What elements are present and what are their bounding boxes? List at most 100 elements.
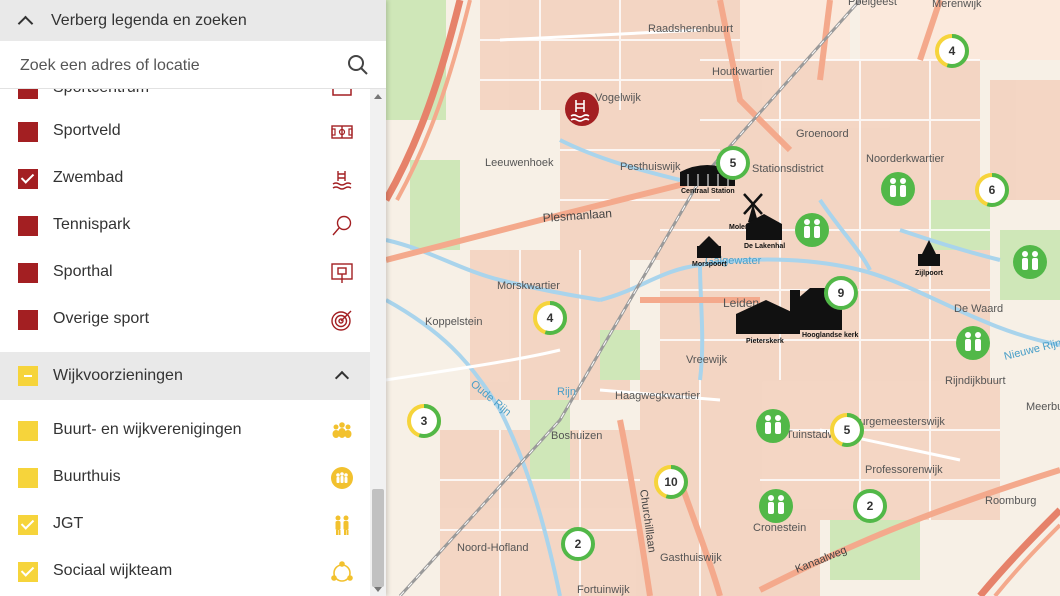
legend-item-label: Sportcentrum [53,89,149,97]
map-label: Noord-Hofland [457,542,529,554]
scroll-up-arrow-icon[interactable] [374,94,382,99]
toggle-legend-button[interactable]: Verberg legenda en zoeken [0,0,386,41]
swimming-pool-icon [332,171,352,190]
checkbox-checked[interactable] [18,562,38,582]
cluster-count: 10 [664,475,678,489]
family-icon [335,515,349,535]
jgt-marker[interactable] [881,172,915,206]
cluster-count: 4 [949,44,956,58]
cluster-count: 9 [838,286,845,300]
legend-item-label: Zwembad [53,169,124,186]
checkbox[interactable] [18,122,38,142]
map-label: Raadsherenbuurt [648,23,733,35]
water-label: Rijn [557,386,576,398]
legend-item-buurthuis[interactable]: Buurthuis [0,455,370,501]
legend-item-label: Sporthal [53,263,113,280]
jgt-marker[interactable] [1013,245,1047,279]
map-label: Vogelwijk [595,92,641,104]
category-wijkvoorzieningen[interactable]: Wijkvoorzieningen [0,352,370,400]
search-icon[interactable] [347,54,369,76]
tennis-racket-icon [332,215,352,236]
map-label: Boshuizen [551,430,602,442]
map-label: Leeuwenhoek [485,157,554,169]
checkbox-partial[interactable] [18,366,38,386]
community-house-icon [331,467,353,489]
legend-item-jgt[interactable]: JGT [0,502,370,548]
checkbox[interactable] [18,310,38,330]
map-label: Rijndijkbuurt [945,375,1006,387]
legend-item-label: Buurthuis [53,468,121,485]
jgt-marker[interactable] [759,489,793,523]
legend-item-tennispark[interactable]: Tennispark [0,203,370,249]
checkbox-checked[interactable] [18,169,38,189]
cluster-count: 6 [989,183,996,197]
map-label: Haagwegkwartier [615,390,700,402]
checkbox[interactable] [18,421,38,441]
map-label: Gasthuiswijk [660,552,722,564]
legend-item-buurtverenigingen[interactable]: Buurt- en wijkverenigingen [0,408,370,454]
map-label: Groenoord [796,128,849,140]
jgt-marker[interactable] [956,326,990,360]
scroll-down-arrow-icon[interactable] [374,587,382,592]
legend-item-label: Buurt- en wijkverenigingen [53,421,242,438]
checkbox-checked[interactable] [18,515,38,535]
team-circle-icon [331,561,353,582]
category-label: Wijkvoorzieningen [53,367,183,384]
legend-item-overige-sport[interactable]: Overige sport [0,297,370,343]
map-label: Meerburg [1026,401,1060,413]
cluster-marker[interactable]: 3 [407,404,441,438]
legend-list: Sportcentrum Sportveld Zwembad Tennispar… [0,89,370,596]
map-label: Roomburg [985,495,1036,507]
map-label: Poelgeest [848,0,897,8]
cluster-marker[interactable]: 5 [716,146,750,180]
jgt-marker[interactable] [795,213,829,247]
cluster-count: 5 [730,156,737,170]
group-icon [332,422,352,438]
search-input[interactable] [18,53,342,79]
cluster-marker[interactable]: 4 [533,301,567,335]
cluster-marker[interactable]: 10 [654,465,688,499]
search-bar [0,41,386,89]
map-label: Vreewijk [686,354,728,366]
legend-item-label: Sociaal wijkteam [53,562,173,579]
legend-item-zwembad[interactable]: Zwembad [0,156,370,202]
scrollbar-thumb[interactable] [372,489,384,587]
sports-hall-icon [331,263,353,283]
checkbox[interactable] [18,89,38,99]
landmark-label: Zijlpoort [915,270,944,277]
map-label: Professorenwijk [865,464,943,476]
legend-item-sociaal-wijkteam[interactable]: Sociaal wijkteam [0,549,370,595]
landmark-label: Morspoort [692,261,727,268]
toggle-legend-label: Verberg legenda en zoeken [51,11,247,29]
landmark-label: Pieterskerk [746,338,784,345]
cluster-marker[interactable]: 2 [561,527,595,561]
cluster-count: 2 [575,537,582,551]
checkbox[interactable] [18,216,38,236]
cluster-count: 4 [547,311,554,325]
legend-item-sporthal[interactable]: Sporthal [0,250,370,296]
map-label: Cronestein [753,522,806,534]
cluster-marker[interactable]: 9 [824,276,858,310]
landmark-label: De Lakenhal [744,243,785,250]
target-icon [331,310,352,331]
cluster-marker[interactable]: 5 [830,413,864,447]
checkbox[interactable] [18,468,38,488]
chevron-up-icon[interactable] [334,370,350,386]
cluster-count: 5 [844,423,851,437]
landmark-label: Centraal Station [681,188,735,195]
cluster-marker[interactable]: 6 [975,173,1009,207]
map-label: Fortuinwijk [577,584,630,596]
legend-scrollbar[interactable] [370,89,386,596]
landmark-label: Hooglandse kerk [802,332,859,339]
checkbox[interactable] [18,263,38,283]
sports-field-icon [331,125,353,139]
jgt-marker[interactable] [756,409,790,443]
swimming-pool-marker[interactable] [565,92,599,126]
map-label: Koppelstein [425,316,483,328]
legend-item-label: JGT [53,515,84,532]
legend-item-sportveld[interactable]: Sportveld [0,109,370,155]
cluster-marker[interactable]: 4 [935,34,969,68]
cluster-marker[interactable]: 2 [853,489,887,523]
map-label: Pesthuiswijk [620,161,681,173]
map-label: De Waard [954,303,1003,315]
